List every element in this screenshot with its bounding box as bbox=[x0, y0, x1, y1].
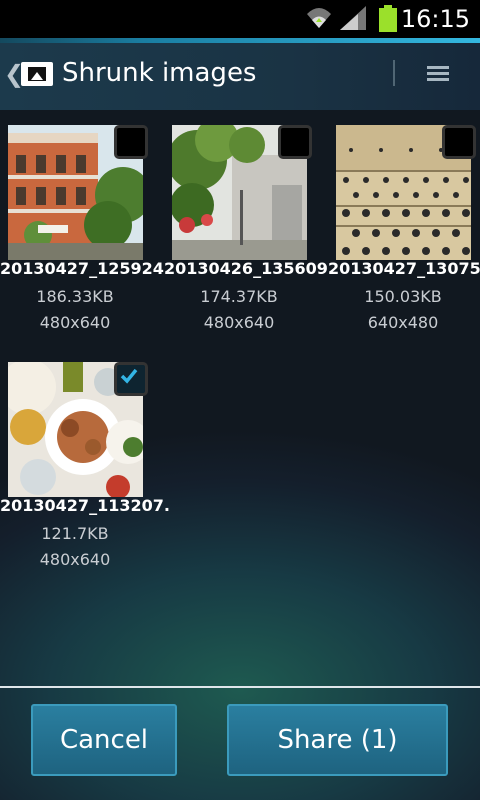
select-checkbox[interactable] bbox=[442, 125, 476, 159]
share-button[interactable]: Share (1) bbox=[227, 704, 448, 776]
overflow-menu-icon[interactable] bbox=[427, 66, 449, 84]
status-bar: 16:15 bbox=[0, 0, 480, 38]
bottom-divider bbox=[0, 686, 480, 688]
select-checkbox[interactable] bbox=[114, 362, 148, 396]
image-tile[interactable]: 20130427_113207. 121.7KB 480x640 bbox=[0, 349, 170, 569]
image-filename: 20130427_130755. bbox=[328, 259, 480, 278]
image-tile[interactable]: 20130427_125924. 186.33KB 480x640 bbox=[0, 112, 170, 332]
image-tile[interactable]: 20130426_135609. 174.37KB 480x640 bbox=[164, 112, 334, 332]
battery-icon bbox=[379, 5, 397, 32]
image-tile[interactable]: 20130427_130755. 150.03KB 640x480 bbox=[328, 112, 480, 332]
select-checkbox[interactable] bbox=[114, 125, 148, 159]
image-filesize: 186.33KB bbox=[36, 287, 114, 306]
page-title: Shrunk images bbox=[62, 58, 257, 88]
app-image-icon[interactable] bbox=[21, 62, 53, 86]
status-clock: 16:15 bbox=[400, 5, 470, 33]
image-dimensions: 640x480 bbox=[367, 313, 439, 332]
action-bar-accent-line bbox=[0, 38, 480, 43]
action-bar: ❮ Shrunk images bbox=[0, 38, 480, 110]
image-filesize: 150.03KB bbox=[364, 287, 442, 306]
image-filename: 20130427_125924. bbox=[0, 259, 170, 278]
action-bar-divider bbox=[393, 60, 395, 86]
image-filesize: 121.7KB bbox=[41, 524, 109, 543]
cancel-button[interactable]: Cancel bbox=[31, 704, 177, 776]
checkmark-icon bbox=[120, 368, 138, 384]
select-checkbox[interactable] bbox=[278, 125, 312, 159]
image-filename: 20130426_135609. bbox=[164, 259, 334, 278]
image-filesize: 174.37KB bbox=[200, 287, 278, 306]
image-dimensions: 480x640 bbox=[39, 313, 111, 332]
wifi-icon bbox=[307, 8, 331, 28]
image-dimensions: 480x640 bbox=[203, 313, 275, 332]
image-dimensions: 480x640 bbox=[39, 550, 111, 569]
image-filename: 20130427_113207. bbox=[0, 496, 170, 515]
signal-icon bbox=[340, 6, 366, 30]
